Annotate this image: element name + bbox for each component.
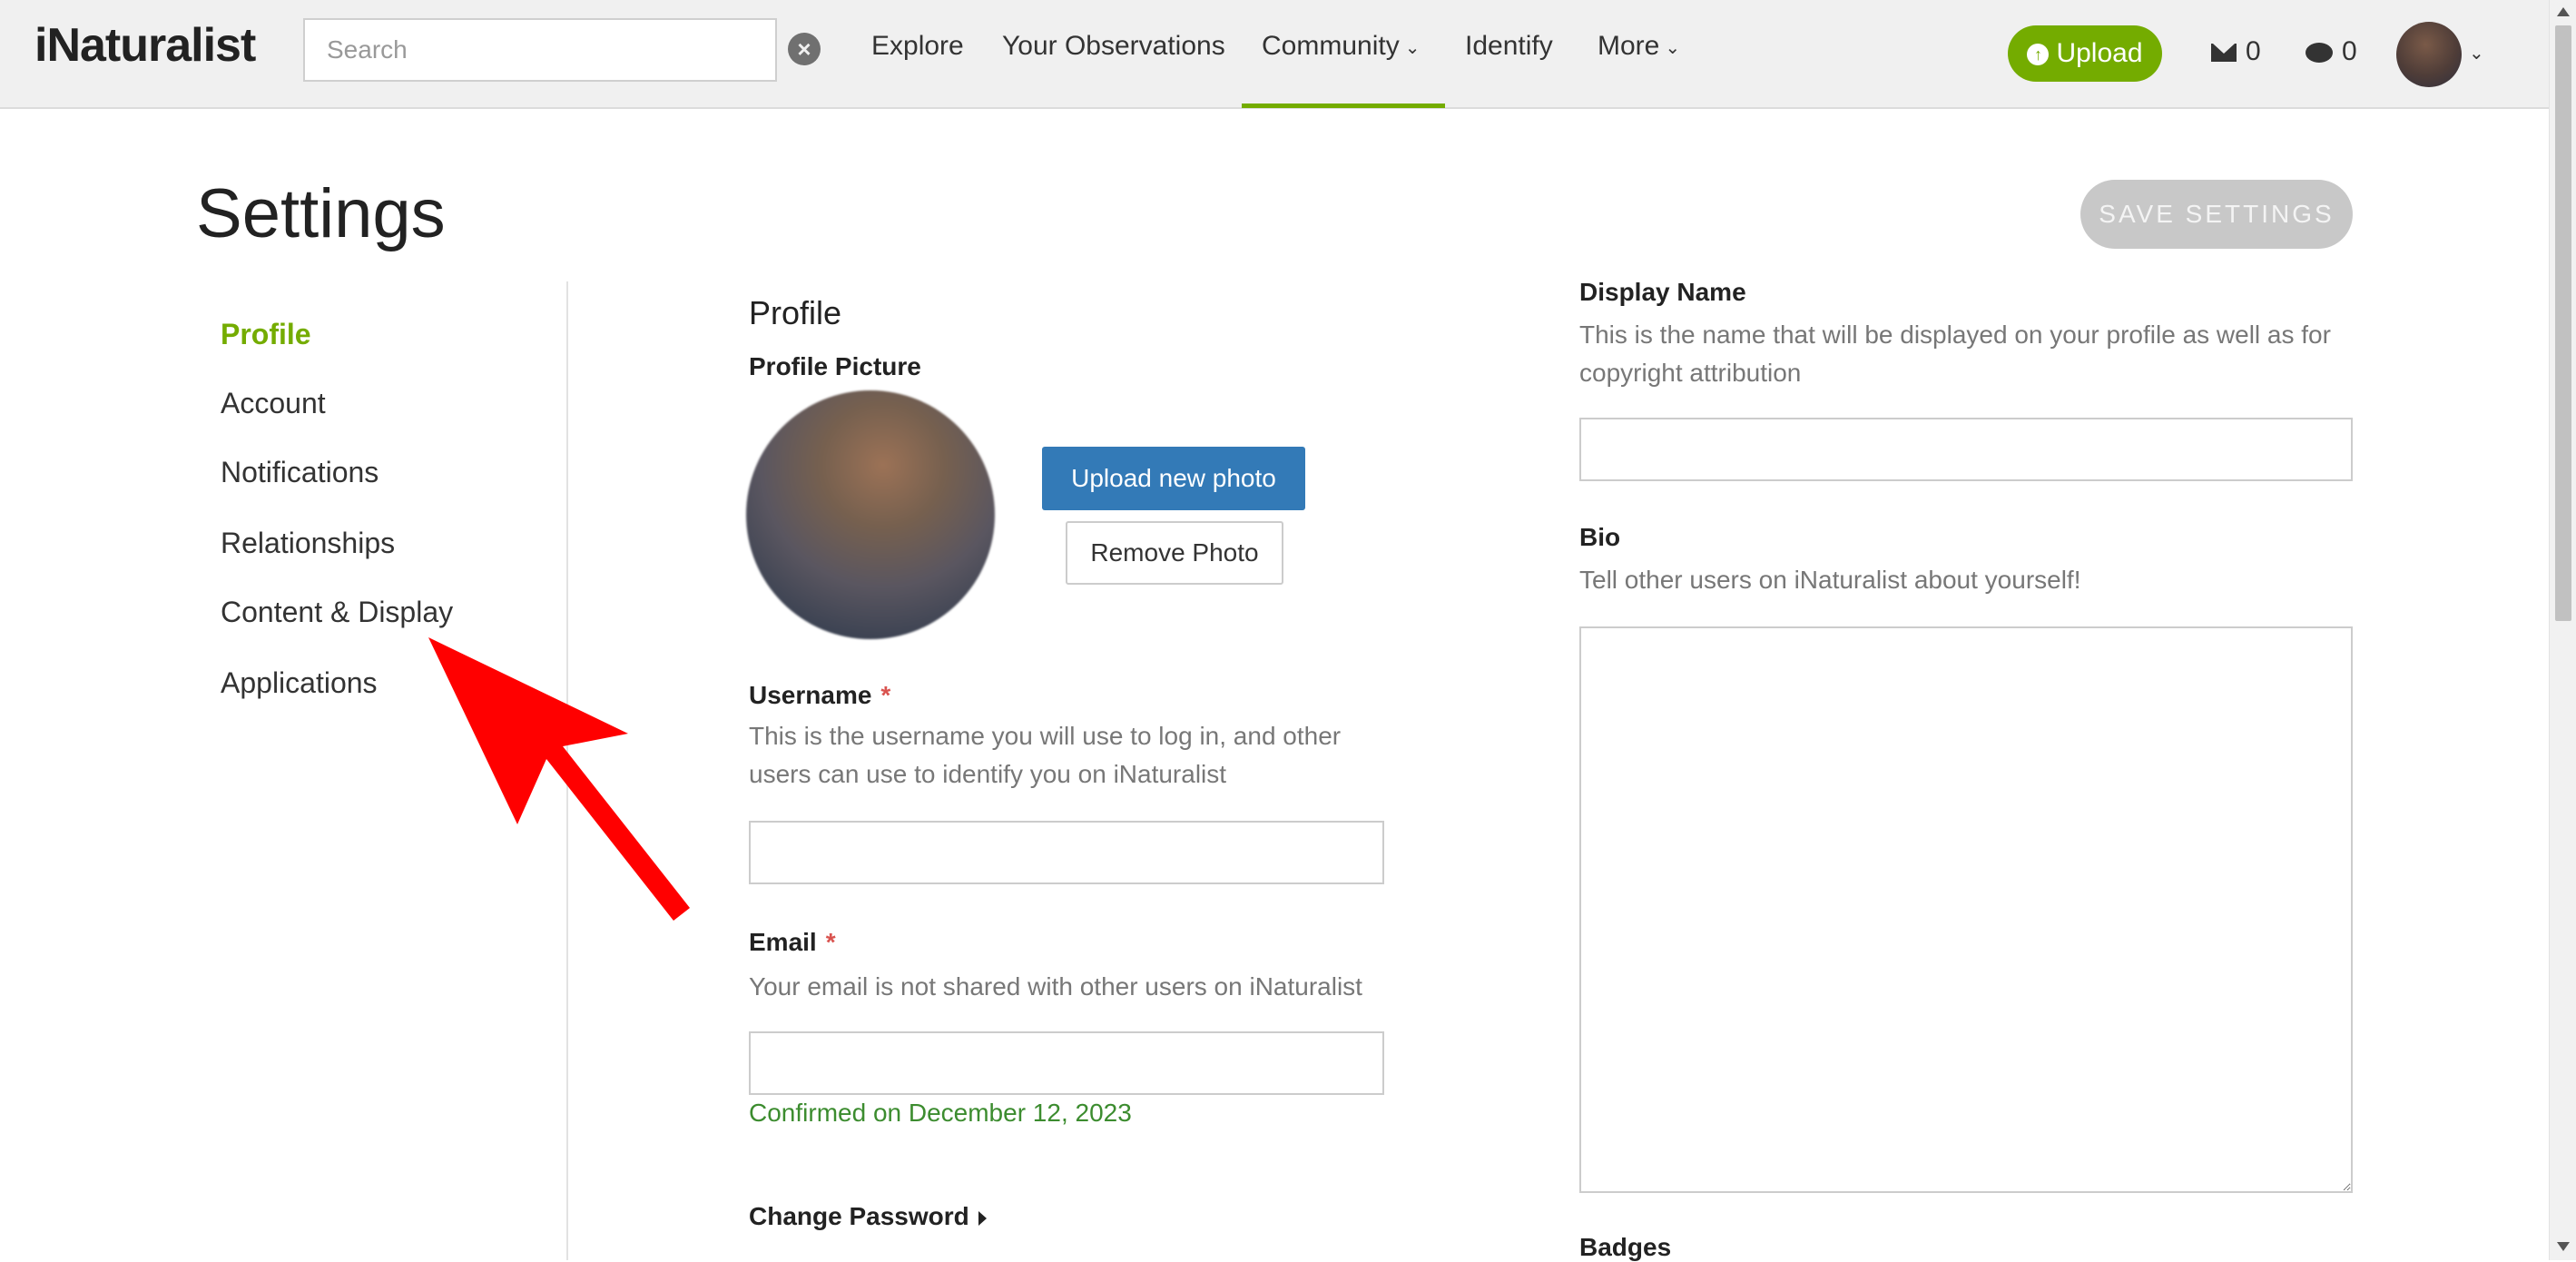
profile-picture [746, 390, 995, 639]
notifications-count: 0 [2342, 36, 2357, 66]
username-help-text: This is the username you will use to log… [749, 722, 1342, 788]
display-name-field[interactable] [1579, 418, 2353, 481]
email-field[interactable] [749, 1031, 1384, 1095]
sidebar-item-applications[interactable]: Applications [221, 666, 378, 700]
username-field[interactable] [749, 821, 1384, 884]
page-scrollbar[interactable] [2549, 0, 2576, 1260]
envelope-icon [2211, 44, 2237, 63]
sidebar-item-relationships[interactable]: Relationships [221, 527, 395, 560]
sidebar-item-account[interactable]: Account [221, 387, 326, 420]
chevron-down-icon[interactable]: ⌄ [2469, 42, 2484, 64]
required-marker: * [880, 681, 891, 709]
display-name-help-text: This is the name that will be displayed … [1579, 320, 2331, 387]
speech-bubble-icon [2306, 43, 2333, 64]
upload-button[interactable]: ↑ Upload [2008, 25, 2162, 82]
caret-right-icon [978, 1210, 987, 1226]
change-password-label: Change Password [749, 1202, 969, 1230]
nav-community[interactable]: Community ⌄ [1262, 31, 1420, 62]
bio-label: Bio [1579, 523, 1621, 551]
nav-explore[interactable]: Explore [871, 31, 964, 62]
email-label: Email * [749, 928, 836, 957]
nav-more[interactable]: More ⌄ [1598, 31, 1680, 62]
save-settings-button[interactable]: SAVE SETTINGS [2080, 180, 2353, 249]
email-confirmed-status: Confirmed on December 12, 2023 [749, 1099, 1132, 1127]
chevron-down-icon: ⌄ [1404, 37, 1421, 58]
user-avatar[interactable] [2396, 22, 2462, 87]
change-password-toggle[interactable]: Change Password [749, 1202, 987, 1231]
annotation-arrow-shape [428, 637, 690, 921]
nav-identify[interactable]: Identify [1465, 31, 1553, 62]
scroll-up-arrow-icon[interactable] [2557, 7, 2570, 16]
display-name-label: Display Name [1579, 278, 1746, 306]
search-input[interactable] [303, 18, 777, 82]
upload-new-photo-button[interactable]: Upload new photo [1042, 447, 1305, 510]
scroll-down-arrow-icon[interactable] [2557, 1242, 2570, 1251]
clear-search-icon[interactable]: × [788, 33, 821, 65]
active-nav-indicator [1242, 104, 1445, 108]
top-nav: iNaturalist × Explore Your Observations … [0, 0, 2549, 109]
annotation-arrow-icon [428, 637, 690, 921]
section-title-profile: Profile [749, 294, 842, 331]
email-help-text: Your email is not shared with other user… [749, 972, 1362, 1001]
notifications-counter[interactable]: 0 [2306, 36, 2357, 67]
profile-picture-label: Profile Picture [749, 352, 921, 380]
nav-community-label: Community [1262, 31, 1400, 61]
bio-textarea[interactable] [1579, 626, 2353, 1193]
bio-help-text: Tell other users on iNaturalist about yo… [1579, 566, 2081, 594]
nav-your-observations[interactable]: Your Observations [1002, 31, 1225, 62]
sidebar-item-content-display[interactable]: Content & Display [221, 596, 453, 629]
upload-arrow-icon: ↑ [2027, 44, 2050, 66]
required-marker: * [825, 928, 836, 956]
scroll-thumb[interactable] [2555, 25, 2571, 621]
username-label: Username * [749, 681, 890, 710]
chevron-down-icon: ⌄ [1665, 37, 1681, 58]
remove-photo-button[interactable]: Remove Photo [1066, 521, 1283, 585]
nav-more-label: More [1598, 31, 1660, 61]
email-label-text: Email [749, 928, 817, 956]
inaturalist-logo[interactable]: iNaturalist [34, 18, 256, 73]
page-title: Settings [196, 175, 446, 252]
username-label-text: Username [749, 681, 872, 709]
messages-counter[interactable]: 0 [2211, 36, 2261, 67]
sidebar-item-notifications[interactable]: Notifications [221, 456, 379, 489]
messages-count: 0 [2246, 36, 2261, 66]
sidebar-item-profile[interactable]: Profile [221, 318, 311, 351]
upload-label: Upload [2056, 38, 2143, 68]
badges-label: Badges [1579, 1233, 1672, 1261]
